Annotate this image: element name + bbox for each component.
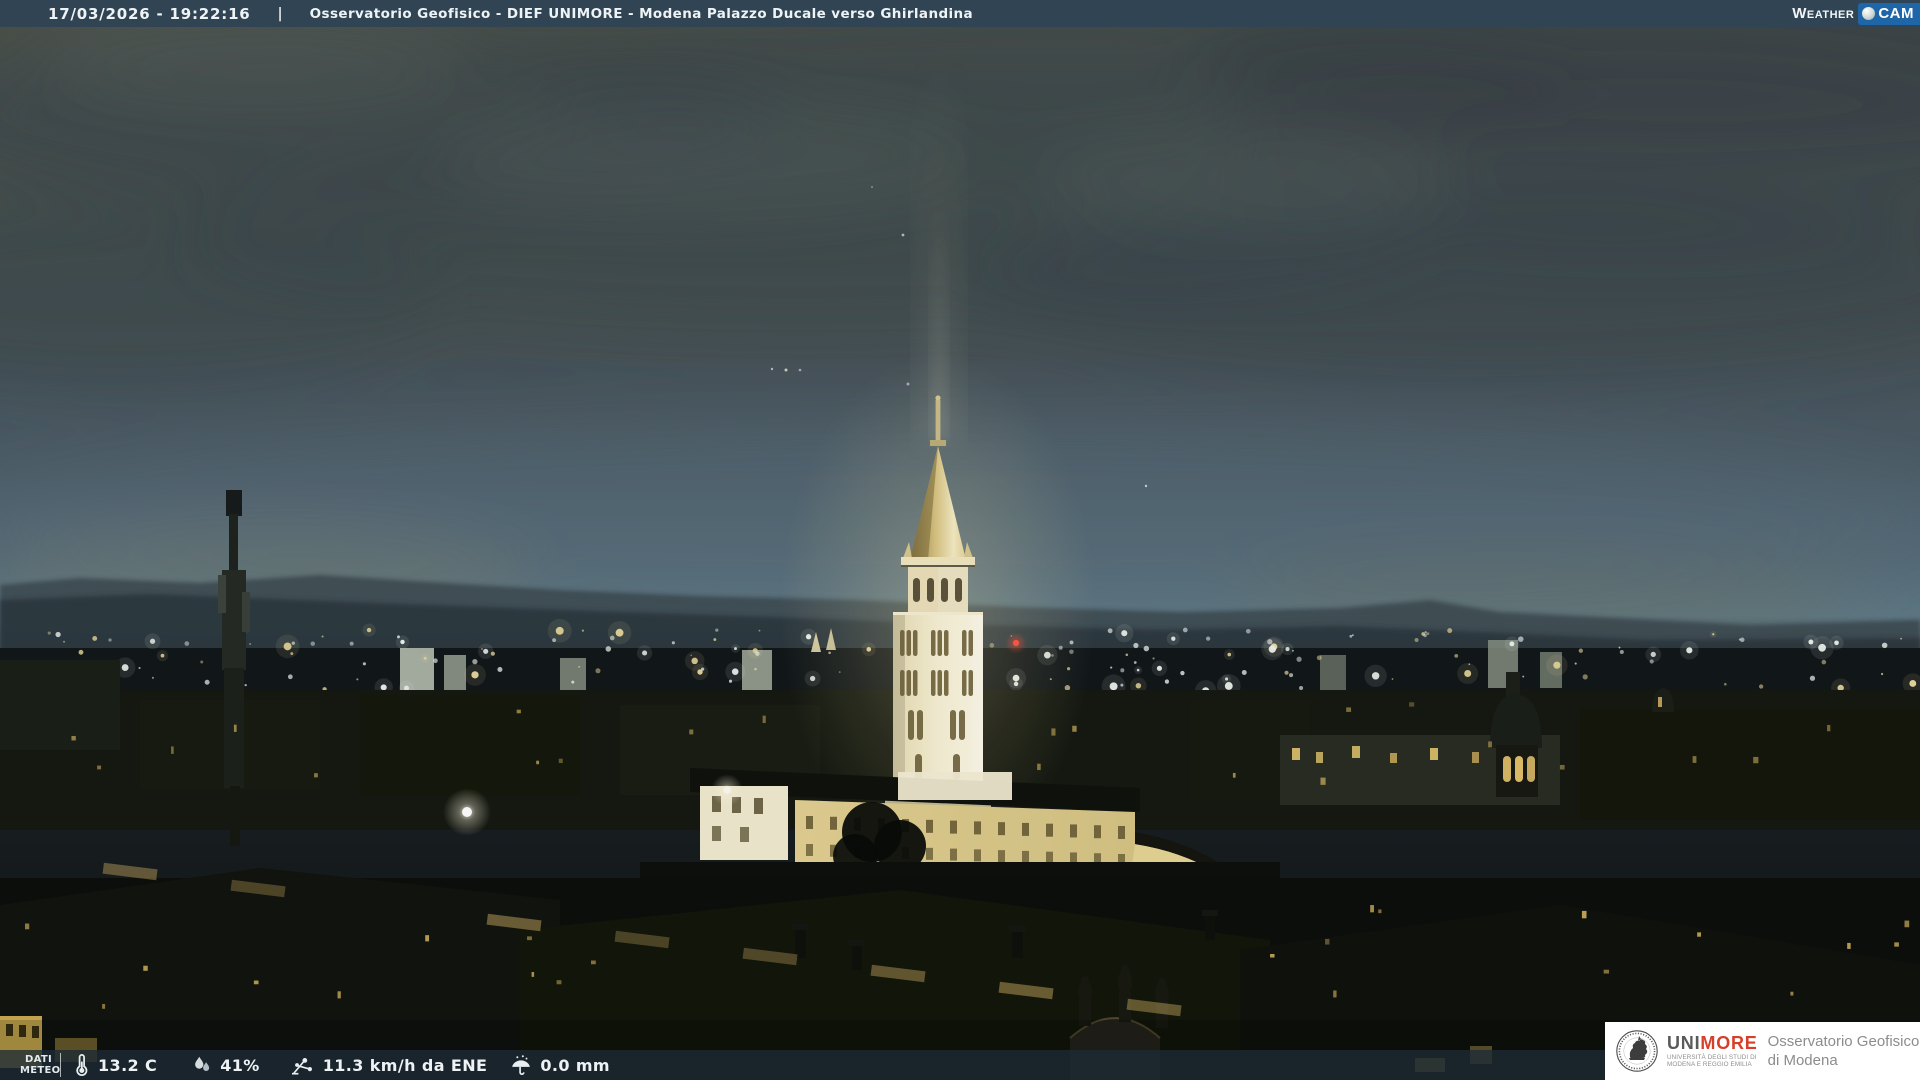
weathercam-cam: CAM (1878, 5, 1914, 22)
weathercam-logo[interactable]: Weather CAM (1792, 0, 1920, 27)
top-info-bar: 17/03/2026 - 19:22:16 | Osservatorio Geo… (0, 0, 1920, 27)
rain-reading: 0.0 mm (509, 1054, 610, 1076)
unimore-logo-box[interactable]: UNIMORE UNIVERSITÀ DEGLI STUDI DI MODENA… (1605, 1022, 1920, 1080)
weathercam-badge: CAM (1858, 2, 1920, 25)
weathercam-word: Weather (1792, 5, 1855, 22)
unimore-wordmark: UNIMORE UNIVERSITÀ DEGLI STUDI DI MODENA… (1667, 1032, 1758, 1069)
webcam-title: Osservatorio Geofisico - DIEF UNIMORE - … (309, 5, 974, 22)
dati-meteo-label: DATI METEO (20, 1054, 61, 1076)
humidity-reading: 41% (191, 1054, 260, 1076)
unimore-seal-icon (1616, 1030, 1658, 1072)
observatory-name: Osservatorio Geofisico di Modena (1767, 1033, 1920, 1069)
temperature-reading: 13.2 C (71, 1054, 157, 1076)
unimore-subtitle: UNIVERSITÀ DEGLI STUDI DI MODENA E REGGI… (1667, 1053, 1757, 1069)
separator: | (277, 5, 283, 22)
wind-icon (291, 1058, 312, 1075)
webcam-frame: 17/03/2026 - 19:22:16 | Osservatorio Geo… (0, 0, 1920, 1080)
divider (60, 1053, 61, 1077)
rain-icon (512, 1055, 531, 1075)
thermometer-icon (76, 1054, 88, 1076)
night-cityscape-photo (0, 0, 1920, 1080)
humidity-value: 41% (220, 1055, 260, 1075)
wind-value: 11.3 km/h da ENE (322, 1055, 488, 1075)
humidity-icon (195, 1056, 210, 1071)
wind-reading: 11.3 km/h da ENE (290, 1054, 488, 1076)
temperature-value: 13.2 C (98, 1055, 158, 1075)
globe-icon (1862, 7, 1876, 20)
timestamp: 17/03/2026 - 19:22:16 (48, 4, 251, 23)
rain-value: 0.0 mm (540, 1055, 611, 1075)
